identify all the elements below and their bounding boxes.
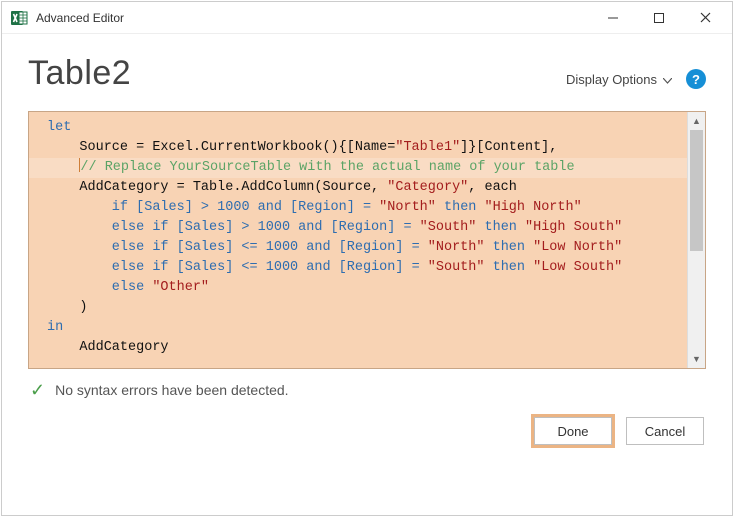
vertical-scrollbar[interactable]: ▲ ▼ <box>687 112 705 368</box>
done-button[interactable]: Done <box>534 417 612 445</box>
display-options-label: Display Options <box>566 72 657 87</box>
code-editor: let Source = Excel.CurrentWorkbook(){[Na… <box>28 111 706 369</box>
query-name-title: Table2 <box>28 54 131 93</box>
close-button[interactable] <box>682 3 728 33</box>
titlebar: Advanced Editor <box>2 2 732 34</box>
window-controls <box>590 3 728 33</box>
syntax-status: ✓ No syntax errors have been detected. <box>28 369 706 399</box>
code-textarea[interactable]: let Source = Excel.CurrentWorkbook(){[Na… <box>29 112 687 368</box>
dialog-content: Table2 Display Options ? let Source = Ex… <box>2 34 732 515</box>
scroll-thumb[interactable] <box>690 130 703 251</box>
chevron-down-icon <box>663 72 672 87</box>
advanced-editor-window: Advanced Editor Table2 Display Options <box>1 1 733 516</box>
help-icon[interactable]: ? <box>686 69 706 89</box>
minimize-button[interactable] <box>590 3 636 33</box>
maximize-button[interactable] <box>636 3 682 33</box>
scroll-up-button[interactable]: ▲ <box>688 112 705 130</box>
scroll-track[interactable] <box>688 130 705 350</box>
window-title: Advanced Editor <box>36 11 124 25</box>
cancel-button[interactable]: Cancel <box>626 417 704 445</box>
excel-icon <box>10 9 28 27</box>
dialog-buttons: Done Cancel <box>28 399 706 445</box>
check-icon: ✓ <box>30 381 45 399</box>
scroll-down-button[interactable]: ▼ <box>688 350 705 368</box>
display-options-dropdown[interactable]: Display Options <box>566 72 672 87</box>
status-text: No syntax errors have been detected. <box>55 382 288 398</box>
header-row: Table2 Display Options ? <box>28 54 706 93</box>
